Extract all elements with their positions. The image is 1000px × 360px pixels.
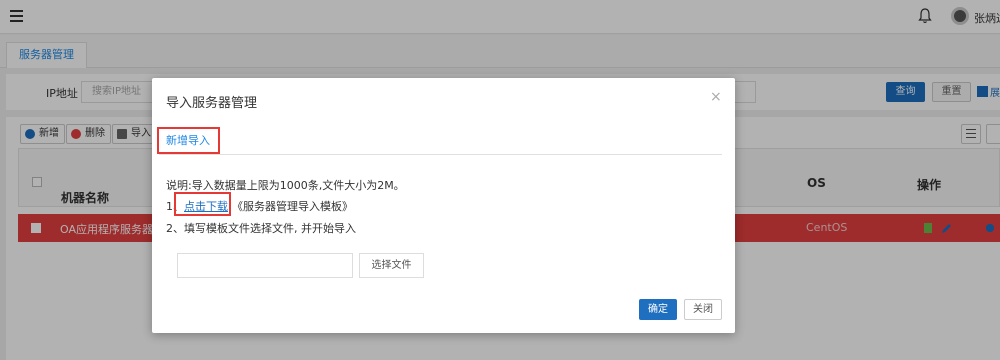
close-button[interactable]: 关闭 [684,299,722,320]
step2-text: 2、填写模板文件选择文件, 并开始导入 [166,222,356,235]
template-name: 《服务器管理导入模板》 [232,200,353,213]
tab-divider [159,154,722,155]
import-description: 说明:导入数据量上限为1000条,文件大小为2M。 [166,179,405,192]
confirm-button[interactable]: 确定 [639,299,677,320]
import-modal: 导入服务器管理 × 新增导入 说明:导入数据量上限为1000条,文件大小为2M。… [152,78,735,333]
tab-new-import[interactable]: 新增导入 [157,127,220,154]
download-template-link[interactable]: 点击下载 [184,198,228,214]
file-path-input[interactable] [177,253,353,278]
close-icon[interactable]: × [710,89,722,105]
modal-title: 导入服务器管理 [166,96,258,111]
choose-file-button[interactable]: 选择文件 [359,253,424,278]
